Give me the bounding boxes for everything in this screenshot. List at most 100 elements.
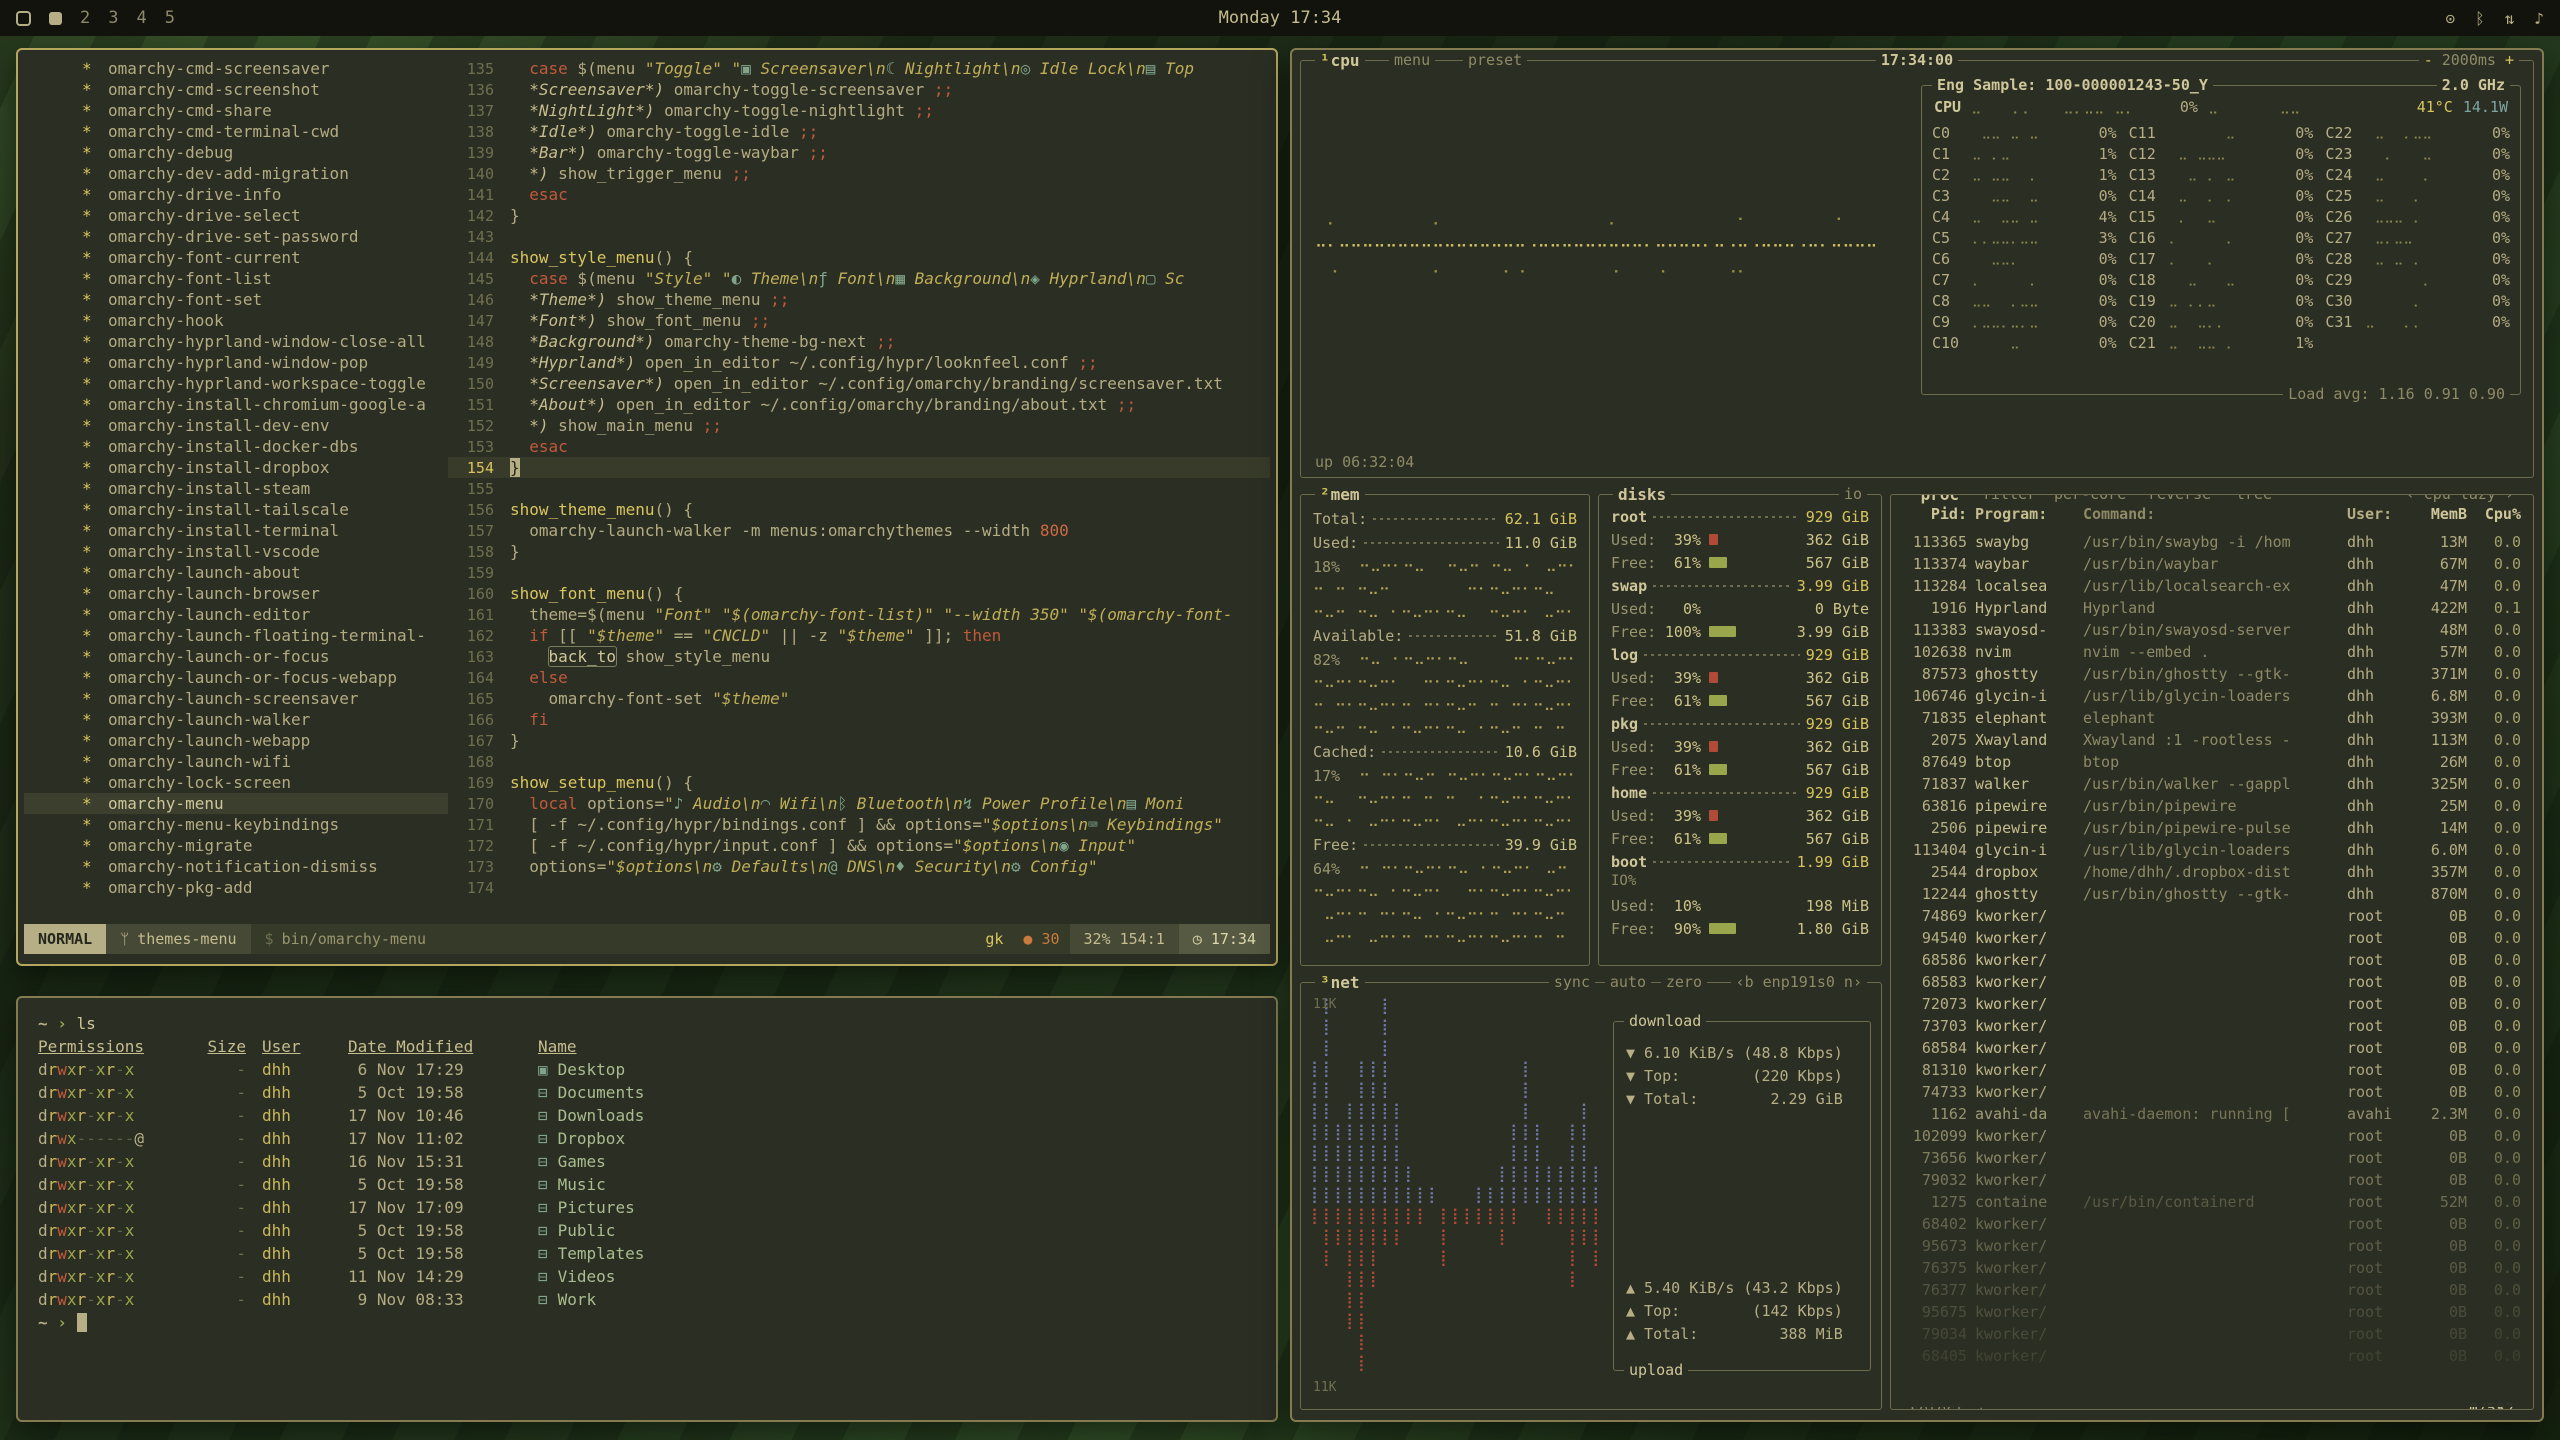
code-line[interactable]: 158}	[448, 541, 1270, 562]
code-line[interactable]: 149 *Hyprland*) open_in_editor ~/.config…	[448, 352, 1270, 373]
code-line[interactable]: 171 [ -f ~/.config/hypr/bindings.conf ] …	[448, 814, 1270, 835]
code-line[interactable]: 152 *) show_main_menu ;;	[448, 415, 1270, 436]
file-list[interactable]: *omarchy-cmd-screensaver*omarchy-cmd-scr…	[24, 58, 448, 916]
process-row[interactable]: 2544dropbox/home/dhh/.dropbox-distdhh357…	[1893, 861, 2531, 883]
code-line[interactable]: 166 fi	[448, 709, 1270, 730]
code-line[interactable]: 142}	[448, 205, 1270, 226]
process-row[interactable]: 76377kworker/root0B0.0	[1893, 1279, 2531, 1301]
process-row[interactable]: 113365swaybg/usr/bin/swaybg -i /homdhh13…	[1893, 531, 2531, 553]
per-core-toggle[interactable]: per-core	[2049, 494, 2131, 504]
process-row[interactable]: 72073kworker/root0B0.0	[1893, 993, 2531, 1015]
process-row[interactable]: 1162avahi-daavahi-daemon: running [avahi…	[1893, 1103, 2531, 1125]
file-item[interactable]: *omarchy-launch-wifi	[24, 751, 448, 772]
code-line[interactable]: 141 esac	[448, 184, 1270, 205]
process-row[interactable]: 95675kworker/root0B0.0	[1893, 1301, 2531, 1323]
btop-window[interactable]: ¹cpu menu preset 17:34:00 - 2000ms + ⠀⠂⠀…	[1290, 48, 2544, 1422]
code-line[interactable]: 173 options="$options\n⚙ Defaults\n@ DNS…	[448, 856, 1270, 877]
file-item[interactable]: *omarchy-install-vscode	[24, 541, 448, 562]
code-line[interactable]: 169show_setup_menu() {	[448, 772, 1270, 793]
process-row[interactable]: 12244ghostty/usr/bin/ghostty --gtk-dhh87…	[1893, 883, 2531, 905]
dir-name[interactable]: ⊟Games	[522, 1152, 1256, 1171]
process-row[interactable]: 94540kworker/root0B0.0	[1893, 927, 2531, 949]
net-zero-toggle[interactable]: zero	[1661, 973, 1707, 992]
process-row[interactable]: 102638nvimnvim --embed .dhh57M0.0	[1893, 641, 2531, 663]
mem-box-title[interactable]: ²mem	[1315, 485, 1365, 504]
filter-button[interactable]: filter	[1977, 494, 2041, 504]
code-line[interactable]: 154}	[448, 457, 1270, 478]
git-branch[interactable]: ᛘthemes-menu	[106, 924, 250, 954]
reverse-toggle[interactable]: reverse	[2143, 494, 2216, 504]
code-line[interactable]: 147 *Font*) show_font_menu ;;	[448, 310, 1270, 331]
file-item[interactable]: *omarchy-install-dev-env	[24, 415, 448, 436]
workspace-5[interactable]: 5	[165, 8, 175, 28]
file-item[interactable]: *omarchy-menu-keybindings	[24, 814, 448, 835]
file-item[interactable]: *omarchy-menu	[24, 793, 448, 814]
disks-io-toggle[interactable]: io	[1839, 485, 1867, 504]
dir-name[interactable]: ⊟Downloads	[522, 1106, 1256, 1125]
dir-name[interactable]: ⊟Music	[522, 1175, 1256, 1194]
process-row[interactable]: 71835elephantelephantdhh393M0.0	[1893, 707, 2531, 729]
file-item[interactable]: *omarchy-font-set	[24, 289, 448, 310]
code-line[interactable]: 151 *About*) open_in_editor ~/.config/om…	[448, 394, 1270, 415]
network-icon[interactable]: ⇅	[2505, 9, 2515, 28]
dir-name[interactable]: ⊟Documents	[522, 1083, 1256, 1102]
file-item[interactable]: *omarchy-launch-browser	[24, 583, 448, 604]
file-item[interactable]: *omarchy-hyprland-workspace-toggle	[24, 373, 448, 394]
tree-toggle[interactable]: tree	[2231, 494, 2277, 504]
file-item[interactable]: *omarchy-migrate	[24, 835, 448, 856]
file-item[interactable]: *omarchy-dev-add-migration	[24, 163, 448, 184]
file-item[interactable]: *omarchy-hyprland-window-pop	[24, 352, 448, 373]
net-box-title[interactable]: ³net	[1315, 973, 1365, 992]
file-item[interactable]: *omarchy-notification-dismiss	[24, 856, 448, 877]
diagnostics-count[interactable]: ● 30	[1013, 924, 1069, 954]
file-item[interactable]: *omarchy-install-chromium-google-a	[24, 394, 448, 415]
code-line[interactable]: 160show_font_menu() {	[448, 583, 1270, 604]
process-row[interactable]: 63816pipewire/usr/bin/pipewiredhh25M0.0	[1893, 795, 2531, 817]
process-row[interactable]: 1916HyprlandHyprlanddhh422M0.1	[1893, 597, 2531, 619]
code-line[interactable]: 157 omarchy-launch-walker -m menus:omarc…	[448, 520, 1270, 541]
file-item[interactable]: *omarchy-launch-or-focus	[24, 646, 448, 667]
dir-name[interactable]: ▣Desktop	[522, 1060, 1256, 1079]
code-line[interactable]: 144show_style_menu() {	[448, 247, 1270, 268]
file-item[interactable]: *omarchy-install-steam	[24, 478, 448, 499]
process-row[interactable]: 74733kworker/root0B0.0	[1893, 1081, 2531, 1103]
process-row[interactable]: 113374waybar/usr/bin/waybardhh67M0.0	[1893, 553, 2531, 575]
code-line[interactable]: 135 case $(menu "Toggle" "▣ Screensaver\…	[448, 58, 1270, 79]
dir-name[interactable]: ⊟Dropbox	[522, 1129, 1256, 1148]
omarchy-logo-icon[interactable]	[16, 11, 31, 26]
code-lines[interactable]: 135 case $(menu "Toggle" "▣ Screensaver\…	[448, 58, 1270, 916]
process-row[interactable]: 68402kworker/root0B0.0	[1893, 1213, 2531, 1235]
process-row[interactable]: 87649btopbtopdhh26M0.0	[1893, 751, 2531, 773]
process-row[interactable]: 113284localsea/usr/lib/localsearch-exdhh…	[1893, 575, 2531, 597]
workspace-4[interactable]: 4	[137, 8, 147, 28]
code-line[interactable]: 136 *Screensaver*) omarchy-toggle-screen…	[448, 79, 1270, 100]
code-line[interactable]: 146 *Theme*) show_theme_menu ;;	[448, 289, 1270, 310]
process-row[interactable]: 71837walker/usr/bin/walker --gappldhh325…	[1893, 773, 2531, 795]
file-item[interactable]: *omarchy-launch-editor	[24, 604, 448, 625]
file-item[interactable]: *omarchy-hook	[24, 310, 448, 331]
code-line[interactable]: 165 omarchy-font-set "$theme"	[448, 688, 1270, 709]
code-line[interactable]: 156show_theme_menu() {	[448, 499, 1270, 520]
file-item[interactable]: *omarchy-font-list	[24, 268, 448, 289]
file-item[interactable]: *omarchy-launch-or-focus-webapp	[24, 667, 448, 688]
file-item[interactable]: *omarchy-launch-webapp	[24, 730, 448, 751]
file-item[interactable]: *omarchy-debug	[24, 142, 448, 163]
code-line[interactable]: 148 *Background*) omarchy-theme-bg-next …	[448, 331, 1270, 352]
dir-name[interactable]: ⊟Pictures	[522, 1198, 1256, 1217]
process-row[interactable]: 81310kworker/root0B0.0	[1893, 1059, 2531, 1081]
terminal-window[interactable]: ~ › lsPermissionsSizeUserDate ModifiedNa…	[16, 996, 1278, 1422]
code-line[interactable]: 174	[448, 877, 1270, 898]
file-item[interactable]: *omarchy-font-current	[24, 247, 448, 268]
file-item[interactable]: *omarchy-drive-info	[24, 184, 448, 205]
net-interface[interactable]: ‹b enp191s0 n›	[1731, 973, 1867, 992]
code-line[interactable]: 168	[448, 751, 1270, 772]
workspace-2[interactable]: 2	[80, 8, 90, 28]
code-line[interactable]: 150 *Screensaver*) open_in_editor ~/.con…	[448, 373, 1270, 394]
file-item[interactable]: *omarchy-launch-screensaver	[24, 688, 448, 709]
process-row[interactable]: 73656kworker/root0B0.0	[1893, 1147, 2531, 1169]
file-item[interactable]: *omarchy-cmd-screensaver	[24, 58, 448, 79]
dir-name[interactable]: ⊟Work	[522, 1290, 1256, 1309]
screencast-icon[interactable]: ⊙	[2445, 9, 2455, 28]
file-item[interactable]: *omarchy-pkg-add	[24, 877, 448, 898]
file-item[interactable]: *omarchy-drive-select	[24, 205, 448, 226]
